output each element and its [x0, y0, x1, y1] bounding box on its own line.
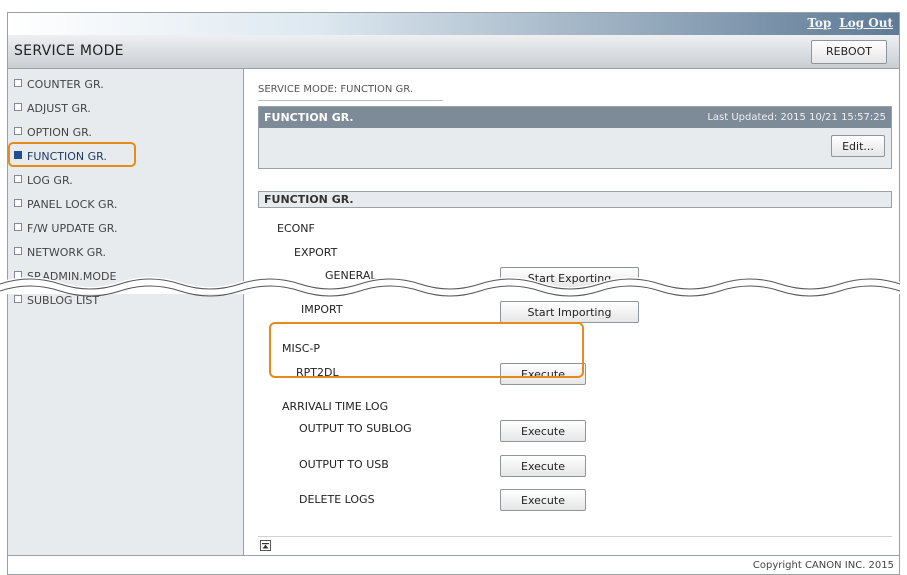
content-divider: [258, 536, 892, 537]
scroll-to-top-icon[interactable]: [260, 540, 271, 551]
delete-logs-execute-button[interactable]: Execute: [500, 489, 586, 511]
section-header: FUNCTION GR.: [258, 191, 892, 208]
panel-header: FUNCTION GR. Last Updated: 2015 10/21 15…: [259, 107, 891, 128]
sidebar-item-network[interactable]: NETWORK GR.: [14, 243, 106, 263]
bullet-icon: [14, 175, 22, 183]
sidebar-item-label: OPTION GR.: [27, 126, 92, 139]
sidebar-item-label: F/W UPDATE GR.: [27, 222, 118, 235]
misc-p-highlight: [269, 322, 584, 378]
delete-logs-label: DELETE LOGS: [299, 493, 375, 506]
panel-title: FUNCTION GR.: [264, 111, 354, 124]
sidebar-item-option[interactable]: OPTION GR.: [14, 123, 92, 143]
edit-button[interactable]: Edit...: [831, 135, 885, 157]
section-title: FUNCTION GR.: [264, 193, 354, 206]
sidebar-item-adjust[interactable]: ADJUST GR.: [14, 99, 91, 119]
output-to-sublog-execute-button[interactable]: Execute: [500, 420, 586, 442]
bullet-icon: [14, 103, 22, 111]
sidebar-item-label: PANEL LOCK GR.: [27, 198, 118, 211]
active-item-highlight: [8, 142, 136, 167]
breadcrumb-divider: [258, 100, 443, 101]
bullet-icon: [14, 79, 22, 87]
sidebar-item-log[interactable]: LOG GR.: [14, 171, 73, 191]
mode-header: SERVICE MODE REBOOT: [8, 35, 899, 69]
reboot-button[interactable]: REBOOT: [811, 40, 887, 64]
bullet-icon: [14, 127, 22, 135]
sidebar-item-counter[interactable]: COUNTER GR.: [14, 75, 104, 95]
top-bar: Top Log Out: [8, 13, 899, 35]
econf-label: ECONF: [277, 222, 315, 235]
output-to-usb-label: OUTPUT TO USB: [299, 458, 389, 471]
copyright: Copyright CANON INC. 2015: [752, 560, 894, 571]
start-importing-button[interactable]: Start Importing: [500, 301, 639, 323]
function-panel: FUNCTION GR. Last Updated: 2015 10/21 15…: [258, 106, 892, 169]
import-label: IMPORT: [301, 303, 343, 316]
sidebar-item-panel-lock[interactable]: PANEL LOCK GR.: [14, 195, 117, 215]
output-to-usb-execute-button[interactable]: Execute: [500, 455, 586, 477]
bullet-icon: [14, 199, 22, 207]
export-label: EXPORT: [294, 246, 338, 259]
top-link[interactable]: Top: [807, 16, 831, 30]
last-updated: Last Updated: 2015 10/21 15:57:25: [707, 112, 886, 123]
main-content: SERVICE MODE: FUNCTION GR. FUNCTION GR. …: [244, 69, 899, 555]
sidebar-item-label: ADJUST GR.: [27, 102, 91, 115]
top-links: Top Log Out: [799, 16, 893, 30]
bullet-icon: [14, 223, 22, 231]
footer: Copyright CANON INC. 2015: [8, 555, 899, 574]
logout-link[interactable]: Log Out: [839, 16, 893, 30]
breadcrumb: SERVICE MODE: FUNCTION GR.: [258, 84, 414, 95]
page-break-wave: [0, 277, 907, 297]
bullet-icon: [14, 247, 22, 255]
sidebar-item-label: NETWORK GR.: [27, 246, 107, 259]
output-to-sublog-label: OUTPUT TO SUBLOG: [299, 422, 412, 435]
sidebar-item-label: COUNTER GR.: [27, 78, 104, 91]
page-title: SERVICE MODE: [14, 43, 124, 59]
sidebar-item-fw-update[interactable]: F/W UPDATE GR.: [14, 219, 117, 239]
sidebar-item-label: LOG GR.: [27, 174, 73, 187]
arrival-time-log-label: ARRIVALI TIME LOG: [282, 400, 389, 413]
